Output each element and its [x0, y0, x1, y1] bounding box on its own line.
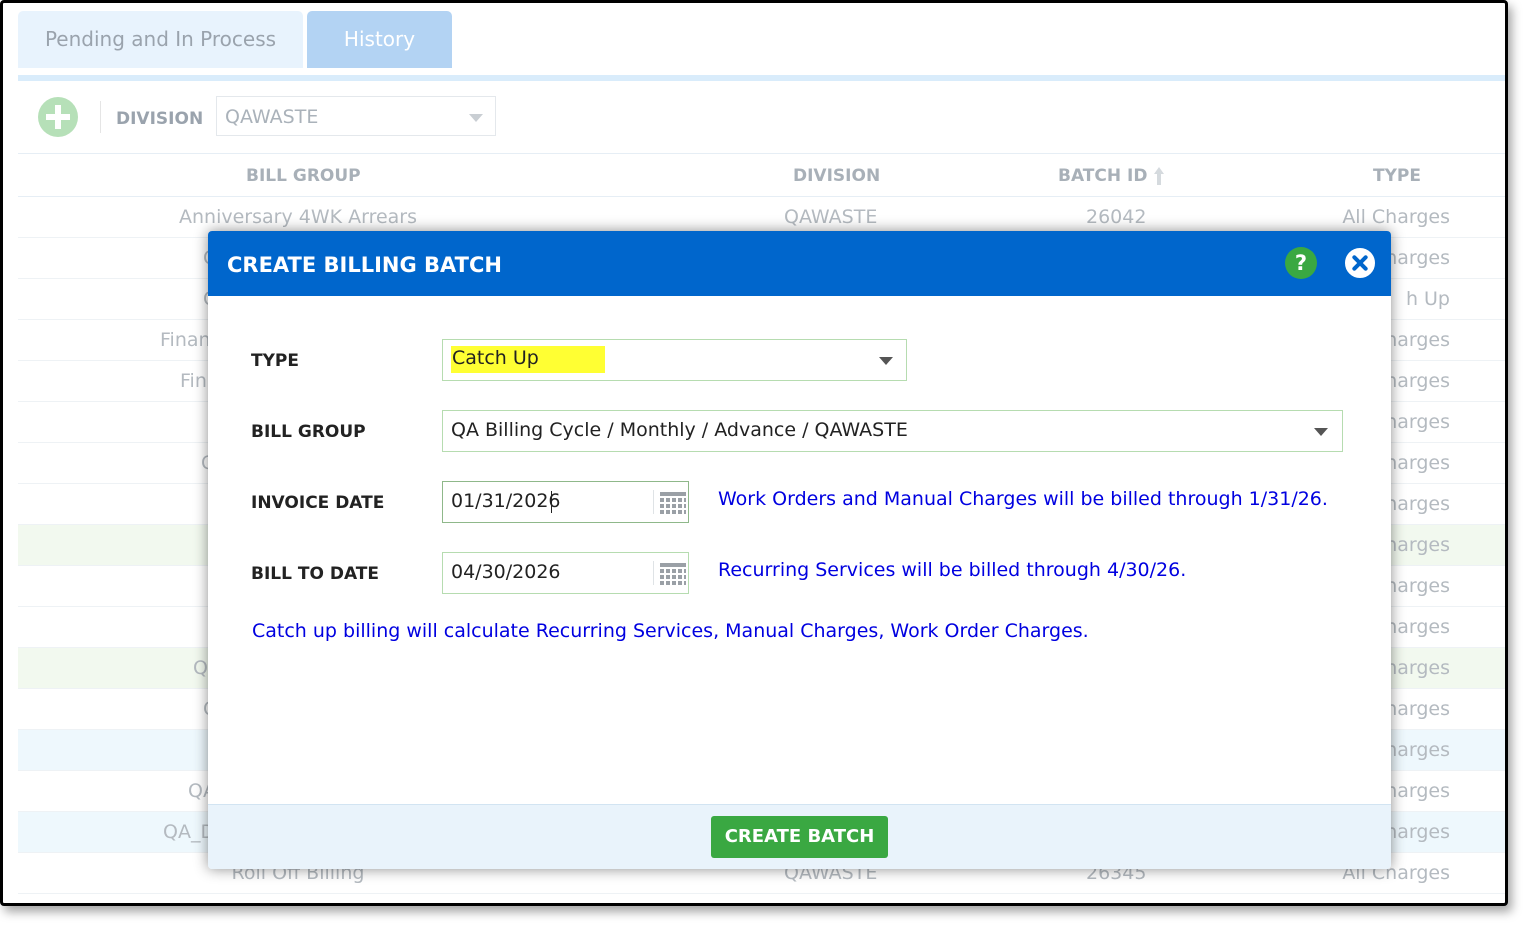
- cell-type: harges: [1385, 575, 1450, 597]
- question-circle-icon[interactable]: ?: [1285, 247, 1317, 279]
- toolbar: DIVISION QAWASTE: [18, 81, 1505, 154]
- header-batch-id[interactable]: BATCH ID: [1058, 166, 1165, 186]
- type-select-value: Catch Up: [451, 346, 605, 373]
- header-batch-id-label: BATCH ID: [1058, 166, 1148, 186]
- type-label: TYPE: [251, 351, 299, 371]
- invoice-date-label: INVOICE DATE: [251, 493, 385, 513]
- cell-type: harges: [1385, 534, 1450, 556]
- cell-bill-group: Anniversary 4WK Arrears: [178, 206, 418, 228]
- cell-type: harges: [1385, 821, 1450, 843]
- cell-type: harges: [1385, 616, 1450, 638]
- type-select-text: Catch Up: [451, 346, 605, 373]
- chevron-down-icon: [469, 114, 483, 122]
- catch-up-note: Catch up billing will calculate Recurrin…: [252, 620, 1089, 642]
- cell-type: harges: [1385, 739, 1450, 761]
- dialog-title: CREATE BILLING BATCH: [227, 253, 502, 277]
- header-type[interactable]: TYPE: [1373, 166, 1421, 186]
- header-bill-group[interactable]: BILL GROUP: [246, 166, 361, 186]
- bill-group-select-value: QA Billing Cycle / Monthly / Advance / Q…: [451, 419, 908, 441]
- table-header: BILL GROUP DIVISION BATCH ID TYPE: [18, 154, 1505, 197]
- calendar-icon[interactable]: [653, 490, 686, 514]
- bill-to-date-note: Recurring Services will be billed throug…: [718, 559, 1187, 581]
- chevron-down-icon: [879, 357, 893, 365]
- tab-pending[interactable]: Pending and In Process: [18, 11, 303, 68]
- bill-group-label: BILL GROUP: [251, 422, 366, 442]
- tab-bar: Pending and In Process History: [18, 3, 1505, 81]
- bill-to-date-label: BILL TO DATE: [251, 564, 379, 584]
- calendar-icon[interactable]: [653, 561, 686, 585]
- app-window: Pending and In Process History DIVISION …: [0, 0, 1508, 906]
- invoice-date-field[interactable]: 01/31/2026: [442, 481, 689, 523]
- division-select[interactable]: QAWASTE: [216, 96, 496, 136]
- cell-type: harges: [1385, 657, 1450, 679]
- cell-type: harges: [1385, 452, 1450, 474]
- cell-type: harges: [1385, 780, 1450, 802]
- cell-bill-group: Finan: [160, 329, 211, 351]
- cell-type: harges: [1385, 698, 1450, 720]
- dialog-header: CREATE BILLING BATCH ?: [208, 231, 1391, 296]
- plus-circle-icon[interactable]: [38, 97, 78, 137]
- cell-batch-id: 26042: [1086, 206, 1147, 228]
- bill-to-date-value: 04/30/2026: [451, 561, 561, 583]
- tab-history[interactable]: History: [307, 11, 452, 68]
- calendar-grid: [660, 492, 686, 514]
- cell-bill-group: Q: [193, 657, 208, 679]
- cell-bill-group: Fin: [180, 370, 207, 392]
- create-billing-batch-dialog: CREATE BILLING BATCH ? TYPE Catch Up BIL…: [208, 231, 1391, 869]
- invoice-date-value: 01/31/2026: [451, 490, 561, 512]
- create-batch-button[interactable]: CREATE BATCH: [711, 816, 888, 858]
- division-label: DIVISION: [116, 109, 204, 129]
- toolbar-divider: [100, 101, 101, 133]
- cell-division: QAWASTE: [784, 206, 878, 228]
- calendar-grid: [660, 563, 686, 585]
- text-cursor: [551, 491, 552, 513]
- invoice-date-note: Work Orders and Manual Charges will be b…: [718, 488, 1328, 510]
- cell-type: harges: [1385, 411, 1450, 433]
- header-division[interactable]: DIVISION: [793, 166, 880, 186]
- cell-type: harges: [1385, 370, 1450, 392]
- cell-type: harges: [1385, 493, 1450, 515]
- close-circle-icon[interactable]: [1345, 248, 1375, 278]
- cell-type: harges: [1385, 329, 1450, 351]
- bill-to-date-field[interactable]: 04/30/2026: [442, 552, 689, 594]
- chevron-down-icon: [1314, 428, 1328, 436]
- cell-type: h Up: [1405, 288, 1450, 310]
- sort-up-arrow-icon: [1153, 167, 1165, 185]
- bill-group-select[interactable]: QA Billing Cycle / Monthly / Advance / Q…: [442, 410, 1343, 452]
- cell-type: All Charges: [1342, 206, 1450, 228]
- type-select[interactable]: Catch Up: [442, 339, 907, 381]
- division-select-value: QAWASTE: [225, 106, 319, 128]
- dialog-footer: CREATE BATCH: [208, 804, 1391, 869]
- cell-type: harges: [1385, 247, 1450, 269]
